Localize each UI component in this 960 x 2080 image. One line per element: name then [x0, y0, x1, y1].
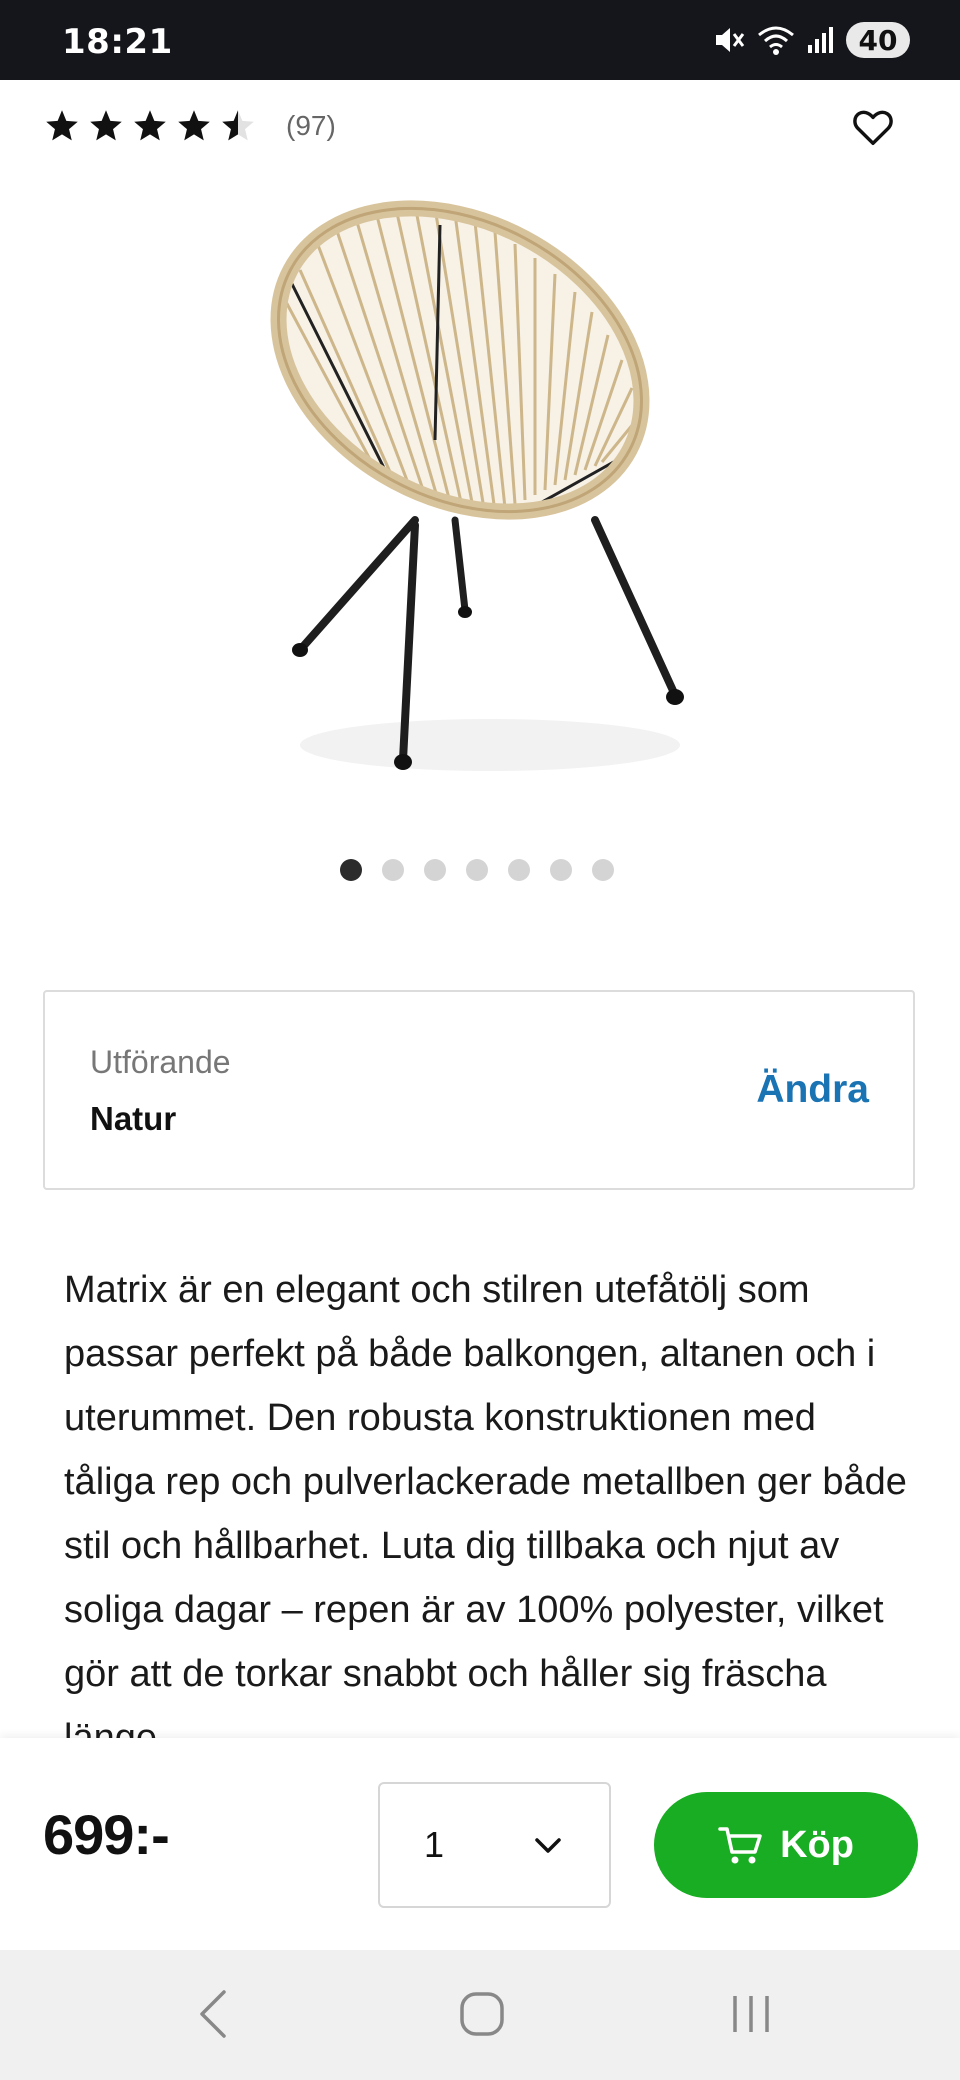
- home-icon[interactable]: [458, 1990, 506, 2038]
- star-rating: [44, 108, 256, 144]
- star-icon: [90, 110, 122, 141]
- carousel-dot[interactable]: [466, 859, 488, 881]
- price: 699:-: [43, 1803, 170, 1866]
- buy-button[interactable]: Köp: [654, 1792, 918, 1898]
- status-time: 18:21: [62, 22, 173, 62]
- half-star-icon: [222, 110, 254, 141]
- heart-icon[interactable]: [850, 104, 896, 150]
- carousel-dot[interactable]: [508, 859, 530, 881]
- rating-count[interactable]: (97): [286, 110, 336, 142]
- wifi-icon: [758, 26, 794, 55]
- system-nav-bar: [0, 1950, 960, 2080]
- star-icon: [46, 110, 78, 141]
- star-icon: [134, 110, 166, 141]
- recent-apps-icon[interactable]: [730, 1990, 772, 2038]
- carousel-dot[interactable]: [550, 859, 572, 881]
- signal-icon: [808, 27, 833, 53]
- variant-label: Utförande: [90, 1044, 231, 1080]
- back-icon[interactable]: [196, 1988, 232, 2040]
- status-bar: 18:21 40: [0, 0, 960, 80]
- carousel-dots[interactable]: [340, 859, 614, 881]
- quantity-select[interactable]: 1: [378, 1782, 611, 1908]
- carousel-dot[interactable]: [424, 859, 446, 881]
- product-description: Matrix är en elegant och stilren utefåtö…: [64, 1269, 907, 1759]
- purchase-bar: 699:- 1 Köp: [0, 1738, 960, 1950]
- quantity-value: 1: [424, 1824, 445, 1865]
- mute-icon: [716, 28, 745, 52]
- star-icon: [178, 110, 210, 141]
- variant-value: Natur: [90, 1100, 177, 1137]
- chevron-down-icon: [535, 1838, 561, 1853]
- carousel-dot[interactable]: [340, 859, 362, 881]
- status-icons: 40: [712, 18, 910, 62]
- battery-icon: 40: [846, 22, 910, 58]
- buy-label: Köp: [780, 1823, 854, 1866]
- carousel-dot[interactable]: [592, 859, 614, 881]
- variant-selector[interactable]: Utförande Natur Ändra: [43, 990, 915, 1190]
- cart-icon: [718, 1827, 762, 1864]
- carousel-dot[interactable]: [382, 859, 404, 881]
- product-image[interactable]: [240, 190, 720, 810]
- change-variant-link[interactable]: Ändra: [756, 1068, 869, 1112]
- rating-row: (97): [44, 106, 336, 146]
